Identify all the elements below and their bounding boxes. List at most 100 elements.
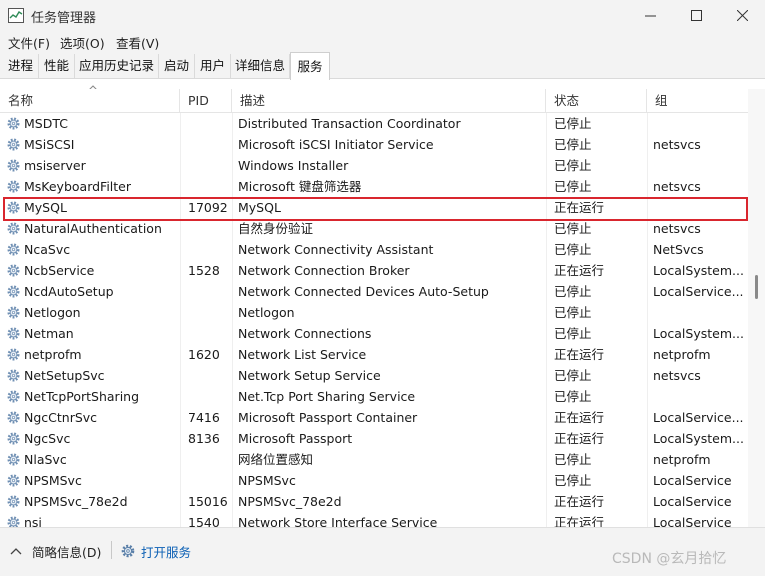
tab-details[interactable]: 详细信息 <box>231 54 290 79</box>
fewer-details-button[interactable]: 简略信息(D) <box>10 542 101 560</box>
column-group[interactable]: 组 <box>647 89 748 113</box>
service-status: 已停止 <box>554 389 592 404</box>
service-gear-icon <box>7 222 20 235</box>
maximize-button[interactable] <box>673 0 719 31</box>
service-gear-icon <box>7 348 20 361</box>
service-pid <box>188 134 232 155</box>
tab-bar: 进程 性能 应用历史记录 启动 用户 详细信息 服务 <box>0 52 765 80</box>
service-row[interactable]: NPSMSvc NPSMSvc 已停止 LocalService <box>0 470 748 491</box>
service-group: netprofm <box>653 347 711 362</box>
service-row[interactable]: Netman Network Connections 已停止 LocalSystem.… <box>0 323 748 344</box>
service-pid <box>188 386 232 407</box>
service-row[interactable]: NcbService 1528 Network Connection Broker 正… <box>0 260 748 281</box>
column-pid[interactable]: PID <box>180 89 232 113</box>
service-status: 已停止 <box>554 305 592 320</box>
column-status[interactable]: 状态 <box>546 89 647 113</box>
service-name: NcaSvc <box>24 242 71 257</box>
service-name: NetTcpPortSharing <box>24 389 140 404</box>
service-name: Netman <box>24 326 74 341</box>
service-description: Net.Tcp Port Sharing Service <box>238 389 416 404</box>
tab-users[interactable]: 用户 <box>195 54 231 79</box>
service-group: LocalService <box>653 515 732 527</box>
service-description: Distributed Transaction Coordinator <box>238 116 461 131</box>
service-pid <box>188 113 232 134</box>
service-row[interactable]: netprofm 1620 Network List Service 正在运行 netp… <box>0 344 748 365</box>
service-row[interactable]: nsi 1540 Network Store Interface Service 正在… <box>0 512 748 527</box>
service-status: 已停止 <box>554 242 592 257</box>
close-button[interactable] <box>719 0 765 31</box>
service-gear-icon <box>7 474 20 487</box>
service-row[interactable]: NgcSvc 8136 Microsoft Passport 正在运行 LocalSys… <box>0 428 748 449</box>
tab-services[interactable]: 服务 <box>290 52 330 80</box>
service-gear-icon <box>7 306 20 319</box>
service-name: NPSMSvc_78e2d <box>24 494 128 509</box>
open-services-link[interactable]: 打开服务 <box>120 542 191 560</box>
service-row[interactable]: msiserver Windows Installer 已停止 <box>0 155 748 176</box>
footer-divider <box>111 541 112 559</box>
service-row[interactable]: MSiSCSI Microsoft iSCSI Initiator Service… <box>0 134 748 155</box>
tab-startup[interactable]: 启动 <box>159 54 195 79</box>
service-status: 已停止 <box>554 221 592 236</box>
service-group: LocalSystem... <box>653 263 744 278</box>
service-status: 已停止 <box>554 452 592 467</box>
service-group: LocalService... <box>653 284 744 299</box>
service-name: Netlogon <box>24 305 81 320</box>
service-description: Network List Service <box>238 347 367 362</box>
service-row[interactable]: MSDTC Distributed Transaction Coordinator… <box>0 113 748 134</box>
services-list: MSDTC Distributed Transaction Coordinator… <box>0 113 748 527</box>
service-description: 自然身份验证 <box>238 221 314 236</box>
service-name: MSDTC <box>24 116 68 131</box>
service-gear-icon <box>7 243 20 256</box>
menu-file[interactable]: 文件(F) <box>8 33 50 52</box>
service-row[interactable]: NPSMSvc_78e2d 15016 NPSMSvc_78e2d 正在运行 Local… <box>0 491 748 512</box>
service-row[interactable]: MsKeyboardFilter Microsoft 键盘筛选器 已停止 netsvc… <box>0 176 748 197</box>
service-status: 已停止 <box>554 179 592 194</box>
service-gear-icon <box>7 327 20 340</box>
tab-app-history[interactable]: 应用历史记录 <box>75 54 159 79</box>
service-gear-icon <box>7 369 20 382</box>
service-description: Network Connection Broker <box>238 263 410 278</box>
scrollbar-thumb[interactable] <box>755 275 758 299</box>
service-group: NetSvcs <box>653 242 704 257</box>
service-row[interactable]: NetSetupSvc Network Setup Service 已停止 netsv… <box>0 365 748 386</box>
service-name: NlaSvc <box>24 452 67 467</box>
window-title: 任务管理器 <box>31 11 97 26</box>
service-row[interactable]: NaturalAuthentication 自然身份验证 已停止 netsvcs <box>0 218 748 239</box>
service-row[interactable]: NcaSvc Network Connectivity Assistant 已停止 N… <box>0 239 748 260</box>
service-gear-icon <box>7 117 20 130</box>
service-gear-icon <box>7 138 20 151</box>
minimize-icon <box>644 15 656 17</box>
column-name[interactable]: 名称 <box>0 89 180 113</box>
service-pid: 7416 <box>188 410 220 425</box>
menu-options[interactable]: 选项(O) <box>60 33 105 52</box>
menu-view[interactable]: 查看(V) <box>116 33 159 52</box>
service-status: 已停止 <box>554 158 592 173</box>
service-name: MSiSCSI <box>24 137 75 152</box>
menu-bar: 文件(F) 选项(O) 查看(V) <box>0 31 765 52</box>
tab-processes[interactable]: 进程 <box>3 54 39 79</box>
column-description[interactable]: 描述 <box>232 89 546 113</box>
service-group: LocalSystem... <box>653 431 744 446</box>
vertical-scrollbar[interactable] <box>748 89 765 527</box>
tab-performance[interactable]: 性能 <box>39 54 75 79</box>
service-row[interactable]: NlaSvc 网络位置感知 已停止 netprofm <box>0 449 748 470</box>
service-name: NetSetupSvc <box>24 368 105 383</box>
service-description: NPSMSvc <box>238 473 296 488</box>
service-pid <box>188 281 232 302</box>
chevron-up-icon <box>10 548 22 555</box>
service-row[interactable]: NcdAutoSetup Network Connected Devices Au… <box>0 281 748 302</box>
service-gear-icon <box>7 159 20 172</box>
service-pid: 1540 <box>188 515 220 527</box>
service-gear-icon <box>7 453 20 466</box>
footer-bar: 简略信息(D) 打开服务 CSDN @玄月拾忆 <box>0 527 765 576</box>
service-group: LocalService <box>653 494 732 509</box>
service-row[interactable]: NgcCtnrSvc 7416 Microsoft Passport Contain… <box>0 407 748 428</box>
service-row[interactable]: Netlogon Netlogon 已停止 <box>0 302 748 323</box>
service-name: NgcCtnrSvc <box>24 410 98 425</box>
service-status: 已停止 <box>554 326 592 341</box>
title-bar: 任务管理器 <box>0 0 765 31</box>
minimize-button[interactable] <box>627 0 673 31</box>
service-row[interactable]: NetTcpPortSharing Net.Tcp Port Sharing Se… <box>0 386 748 407</box>
service-gear-icon <box>7 285 20 298</box>
service-pid: 1620 <box>188 347 220 362</box>
